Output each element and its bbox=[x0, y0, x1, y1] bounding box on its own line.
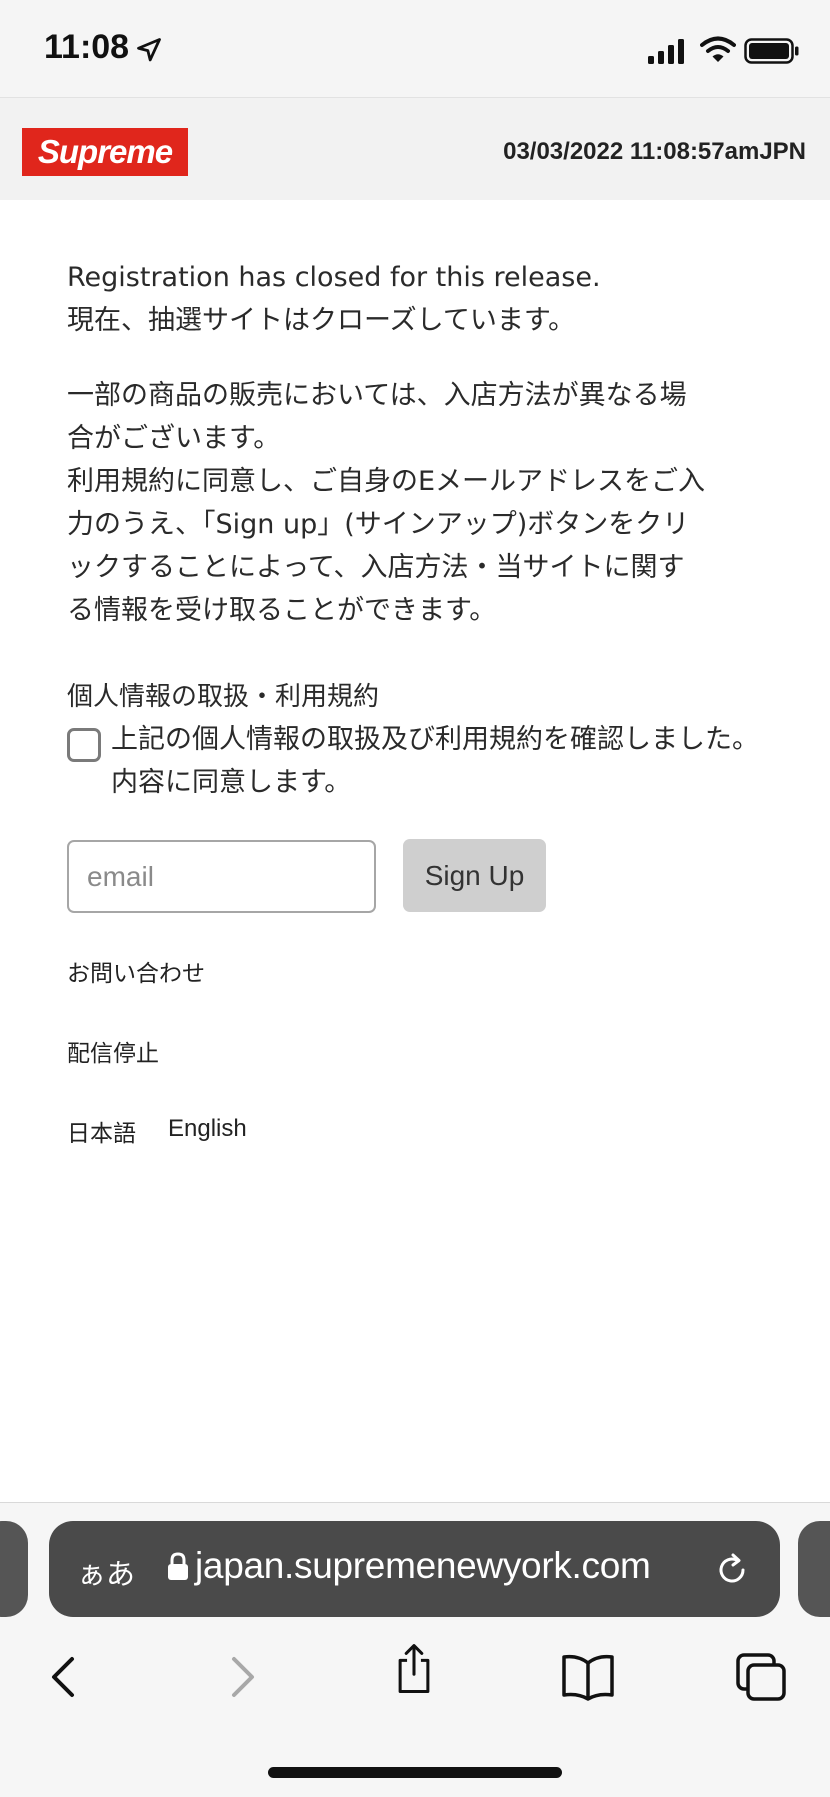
previous-tab-preview[interactable] bbox=[0, 1521, 28, 1617]
email-input[interactable] bbox=[67, 840, 376, 913]
bookmarks-icon[interactable] bbox=[560, 1651, 616, 1703]
share-icon[interactable] bbox=[386, 1643, 442, 1695]
contact-link[interactable]: お問い合わせ bbox=[67, 954, 205, 988]
consent-label-line: 上記の個人情報の取扱及び利用規約を確認しました。 bbox=[111, 724, 759, 755]
tabs-icon[interactable] bbox=[734, 1651, 790, 1703]
battery-icon bbox=[744, 38, 799, 64]
closed-message-jp: 現在、抽選サイトはクローズしています。 bbox=[67, 305, 576, 336]
info-line: 一部の商品の販売においては、入店方法が異なる場 bbox=[67, 380, 687, 411]
browser-toolbar: ぁあ japan.supremenewyork.com bbox=[0, 1502, 830, 1797]
header-timestamp: 03/03/2022 11:08:57amJPN bbox=[503, 138, 806, 165]
info-line: 利用規約に同意し、ご自身のEメールアドレスをご入 bbox=[67, 466, 706, 497]
page-settings-button[interactable]: ぁあ bbox=[77, 1551, 135, 1593]
forward-chevron-icon[interactable] bbox=[214, 1651, 270, 1703]
language-japanese-link[interactable]: 日本語 bbox=[67, 1114, 136, 1148]
info-line: 合がございます。 bbox=[67, 423, 281, 454]
sign-up-button[interactable]: Sign Up bbox=[403, 839, 546, 912]
consent-label: 上記の個人情報の取扱及び利用規約を確認しました。 内容に同意します。 bbox=[111, 718, 811, 804]
info-line: 力のうえ、「Sign up」(サインアップ)ボタンをクリ bbox=[67, 509, 690, 540]
url-text[interactable]: japan.supremenewyork.com bbox=[195, 1545, 651, 1587]
supreme-logo[interactable]: Supreme bbox=[22, 128, 188, 176]
unsubscribe-link[interactable]: 配信停止 bbox=[67, 1034, 159, 1068]
language-english-link[interactable]: English bbox=[168, 1115, 247, 1143]
site-header: Supreme 03/03/2022 11:08:57amJPN bbox=[0, 97, 830, 200]
status-bar: 11:08 bbox=[0, 0, 830, 97]
main-content: Registration has closed for this release… bbox=[67, 256, 807, 664]
info-line: る情報を受け取ることができます。 bbox=[67, 595, 497, 626]
info-paragraph: 一部の商品の販売においては、入店方法が異なる場 合がございます。 利用規約に同意… bbox=[67, 374, 807, 632]
closed-message: Registration has closed for this release… bbox=[67, 256, 807, 342]
reload-icon[interactable] bbox=[713, 1551, 751, 1589]
consent-checkbox[interactable] bbox=[67, 728, 101, 762]
consent-title: 個人情報の取扱・利用規約 bbox=[67, 682, 380, 712]
next-tab-preview[interactable] bbox=[798, 1521, 830, 1617]
lock-icon bbox=[168, 1552, 188, 1580]
wifi-icon bbox=[700, 36, 736, 62]
info-line: ックすることによって、入店方法・当サイトに関す bbox=[67, 552, 685, 583]
home-indicator[interactable] bbox=[268, 1767, 562, 1778]
back-chevron-icon[interactable] bbox=[36, 1651, 92, 1703]
consent-label-line: 内容に同意します。 bbox=[111, 767, 352, 798]
location-arrow-icon bbox=[137, 38, 161, 62]
status-time: 11:08 bbox=[44, 28, 130, 66]
address-bar[interactable]: ぁあ japan.supremenewyork.com bbox=[49, 1521, 780, 1617]
cellular-signal-icon bbox=[648, 39, 684, 64]
closed-message-en: Registration has closed for this release… bbox=[67, 262, 601, 293]
